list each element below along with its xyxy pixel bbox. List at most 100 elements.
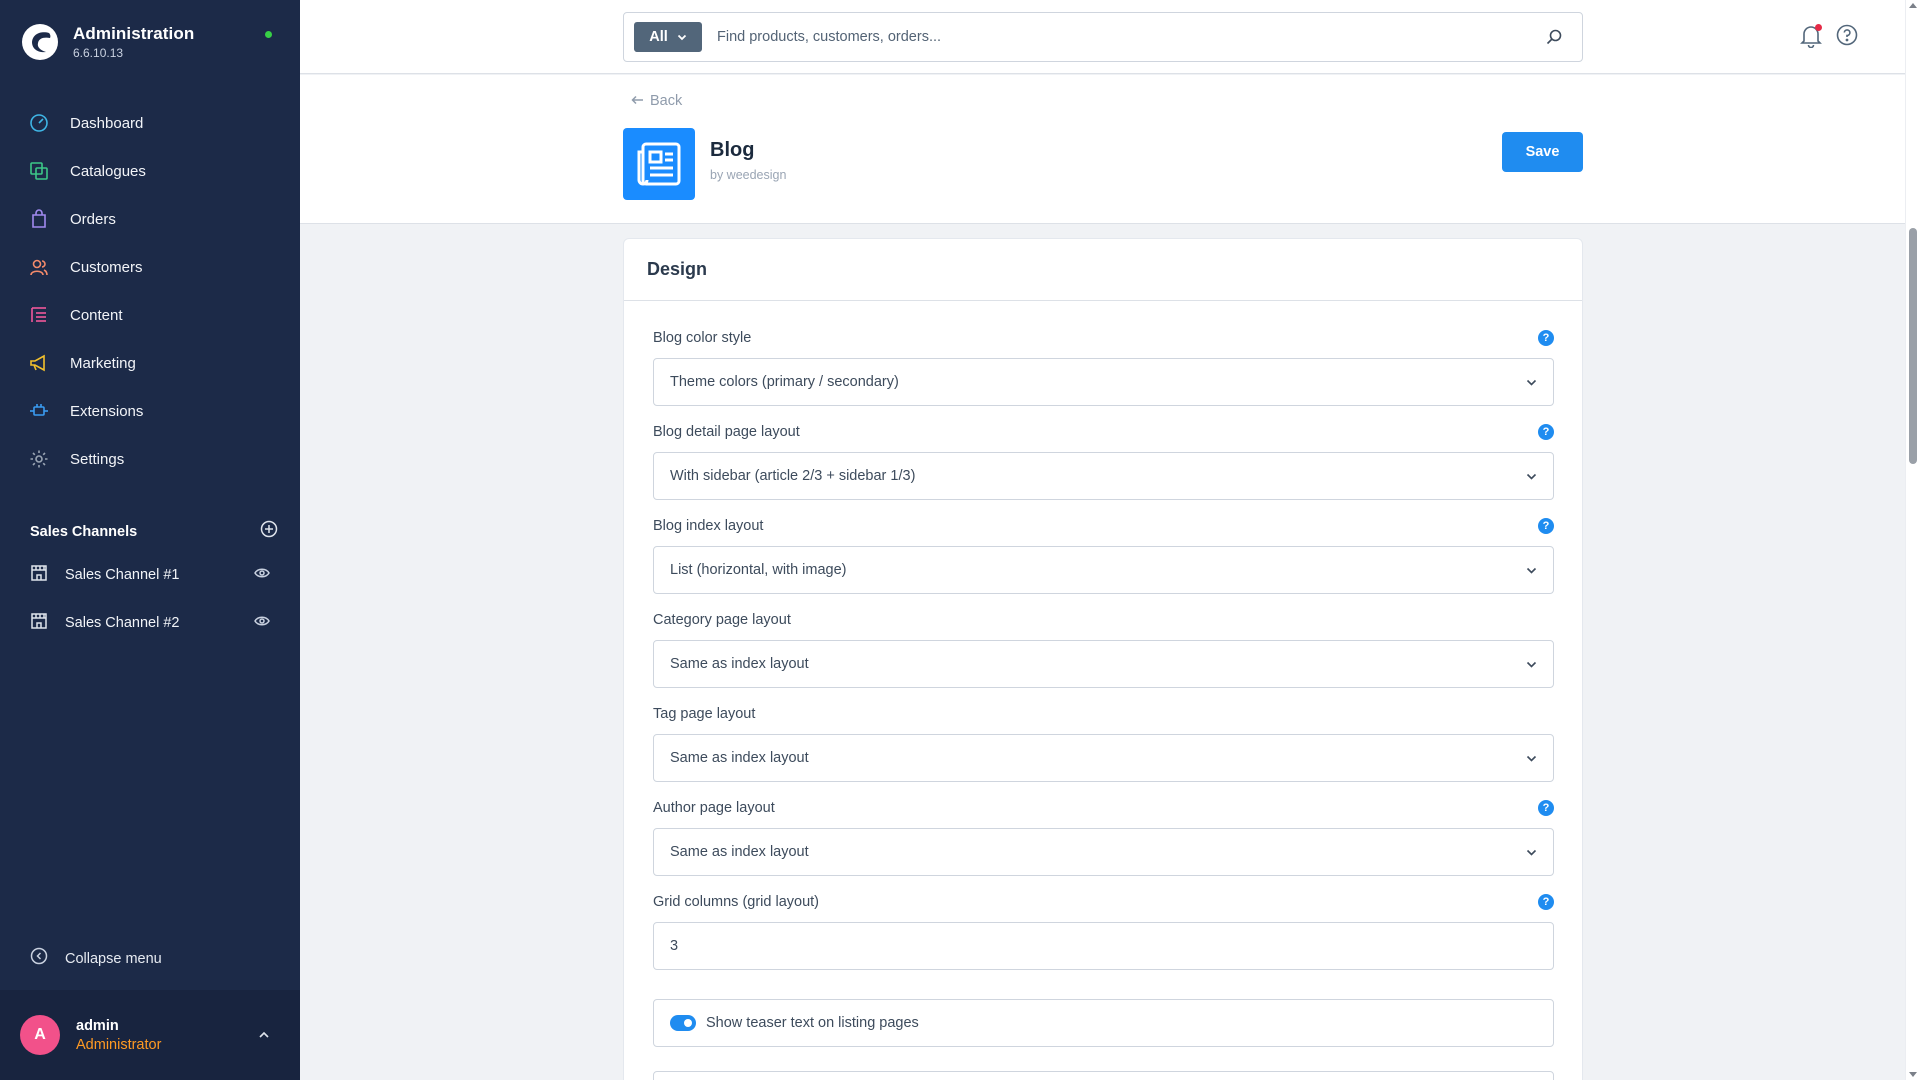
nav-item-customers[interactable]: Customers xyxy=(0,243,300,291)
input-value: 3 xyxy=(670,938,679,954)
nav-item-extensions[interactable]: Extensions xyxy=(0,387,300,435)
scroll-down-arrow-icon[interactable] xyxy=(1909,1072,1917,1077)
nav-label: Dashboard xyxy=(70,114,144,132)
chevron-down-icon xyxy=(1526,379,1537,386)
top-bar: All xyxy=(300,0,1905,74)
storefront-icon xyxy=(30,612,48,635)
blog-color-style-select[interactable]: Theme colors (primary / secondary) xyxy=(653,358,1554,406)
field-grid-columns: Grid columns (grid layout) ? 3 xyxy=(653,894,1554,970)
search-icon[interactable] xyxy=(1534,17,1574,57)
toggle-label: Show teaser text on listing pages xyxy=(706,1015,919,1031)
field-tag-page-layout: Tag page layout Same as index layout xyxy=(653,706,1554,782)
sales-channel-label: Sales Channel #2 xyxy=(65,615,180,631)
orders-icon xyxy=(28,208,50,230)
select-value: List (horizontal, with image) xyxy=(670,562,847,578)
author-page-layout-select[interactable]: Same as index layout xyxy=(653,828,1554,876)
nav-label: Catalogues xyxy=(70,162,146,180)
teaser-text-switch[interactable] xyxy=(670,1015,696,1031)
sales-channel-item[interactable]: Sales Channel #2 xyxy=(0,599,300,647)
blog-plugin-icon xyxy=(623,128,695,200)
chevron-down-icon xyxy=(1526,849,1537,856)
field-label: Blog color style xyxy=(653,330,752,346)
nav-item-content[interactable]: Content xyxy=(0,291,300,339)
nav-label: Content xyxy=(70,306,123,324)
nav-item-dashboard[interactable]: Dashboard xyxy=(0,99,300,147)
eye-icon[interactable] xyxy=(254,614,270,632)
status-indicator xyxy=(265,31,272,38)
nav-label: Customers xyxy=(70,258,143,276)
back-link[interactable]: Back xyxy=(631,93,682,109)
app-title: Administration xyxy=(73,24,195,43)
eye-icon[interactable] xyxy=(254,566,270,584)
marketing-icon xyxy=(28,352,50,374)
sales-channel-item[interactable]: Sales Channel #1 xyxy=(0,551,300,599)
collapse-menu-button[interactable]: Collapse menu xyxy=(30,947,162,970)
card-header: Design xyxy=(624,239,1582,301)
blog-detail-layout-select[interactable]: With sidebar (article 2/3 + sidebar 1/3) xyxy=(653,452,1554,500)
chevron-down-icon xyxy=(1526,755,1537,762)
nav-item-orders[interactable]: Orders xyxy=(0,195,300,243)
shopware-logo-icon xyxy=(22,24,58,60)
card-title: Design xyxy=(647,259,708,279)
help-icon[interactable]: ? xyxy=(1538,800,1554,816)
customers-icon xyxy=(28,256,50,278)
nav-item-settings[interactable]: Settings xyxy=(0,435,300,483)
sales-channel-label: Sales Channel #1 xyxy=(65,567,180,583)
nav-label: Extensions xyxy=(70,402,144,420)
help-icon[interactable]: ? xyxy=(1538,424,1554,440)
field-author-page-layout: Author page layout ? Same as index layou… xyxy=(653,800,1554,876)
field-label: Blog index layout xyxy=(653,518,764,534)
next-field-partial[interactable] xyxy=(653,1071,1554,1080)
chevron-left-circle-icon xyxy=(30,947,48,970)
extensions-icon xyxy=(28,400,50,422)
nav-label: Marketing xyxy=(70,354,136,372)
field-blog-color-style: Blog color style ? Theme colors (primary… xyxy=(653,330,1554,406)
catalogues-icon xyxy=(28,160,50,182)
search-type-dropdown[interactable]: All xyxy=(634,22,702,52)
add-sales-channel-icon[interactable] xyxy=(260,520,278,543)
select-value: Theme colors (primary / secondary) xyxy=(670,374,899,390)
save-button[interactable]: Save xyxy=(1502,132,1583,172)
nav-label: Orders xyxy=(70,210,116,228)
app-version: 6.6.10.13 xyxy=(73,46,124,60)
help-icon[interactable]: ? xyxy=(1538,894,1554,910)
help-icon[interactable]: ? xyxy=(1538,330,1554,346)
nav-item-catalogues[interactable]: Catalogues xyxy=(0,147,300,195)
chevron-up-icon[interactable] xyxy=(258,1026,270,1044)
select-value: Same as index layout xyxy=(670,844,809,860)
main-nav: Dashboard Catalogues Orders Customers Co… xyxy=(0,99,300,483)
plugin-name: Blog xyxy=(710,139,755,161)
sidebar: Administration 6.6.10.13 Dashboard Catal… xyxy=(0,0,300,1080)
scrollbar-thumb[interactable] xyxy=(1909,228,1917,464)
field-blog-index-layout: Blog index layout ? List (horizontal, wi… xyxy=(653,518,1554,594)
back-label: Back xyxy=(650,93,683,109)
blog-index-layout-select[interactable]: List (horizontal, with image) xyxy=(653,546,1554,594)
page-scrollbar[interactable] xyxy=(1905,0,1920,1080)
notifications-bell-icon[interactable] xyxy=(1800,24,1822,49)
brand[interactable]: Administration 6.6.10.13 xyxy=(20,22,194,62)
user-name: admin xyxy=(76,1017,119,1034)
chevron-down-icon xyxy=(1526,567,1537,574)
chevron-down-icon xyxy=(1526,473,1537,480)
nav-label: Settings xyxy=(70,450,125,468)
sales-channels-title: Sales Channels xyxy=(30,523,138,540)
search-input[interactable] xyxy=(717,17,1534,57)
global-search: All xyxy=(623,12,1583,62)
scroll-up-arrow-icon[interactable] xyxy=(1909,3,1917,8)
category-page-layout-select[interactable]: Same as index layout xyxy=(653,640,1554,688)
grid-columns-input[interactable]: 3 xyxy=(653,922,1554,970)
nav-item-marketing[interactable]: Marketing xyxy=(0,339,300,387)
smart-bar: Back Blog by weedesign Save xyxy=(300,75,1905,224)
chevron-down-icon xyxy=(1526,661,1537,668)
help-icon[interactable]: ? xyxy=(1538,518,1554,534)
content-icon xyxy=(28,304,50,326)
tag-page-layout-select[interactable]: Same as index layout xyxy=(653,734,1554,782)
help-circle-icon[interactable] xyxy=(1836,24,1858,51)
field-label: Author page layout xyxy=(653,800,775,816)
sales-channels-header: Sales Channels xyxy=(30,520,278,543)
collapse-menu-label: Collapse menu xyxy=(65,950,162,967)
settings-icon xyxy=(28,448,50,470)
chevron-down-icon xyxy=(677,34,686,40)
field-label: Grid columns (grid layout) xyxy=(653,894,819,910)
user-menu[interactable]: A admin Administrator xyxy=(0,990,300,1080)
